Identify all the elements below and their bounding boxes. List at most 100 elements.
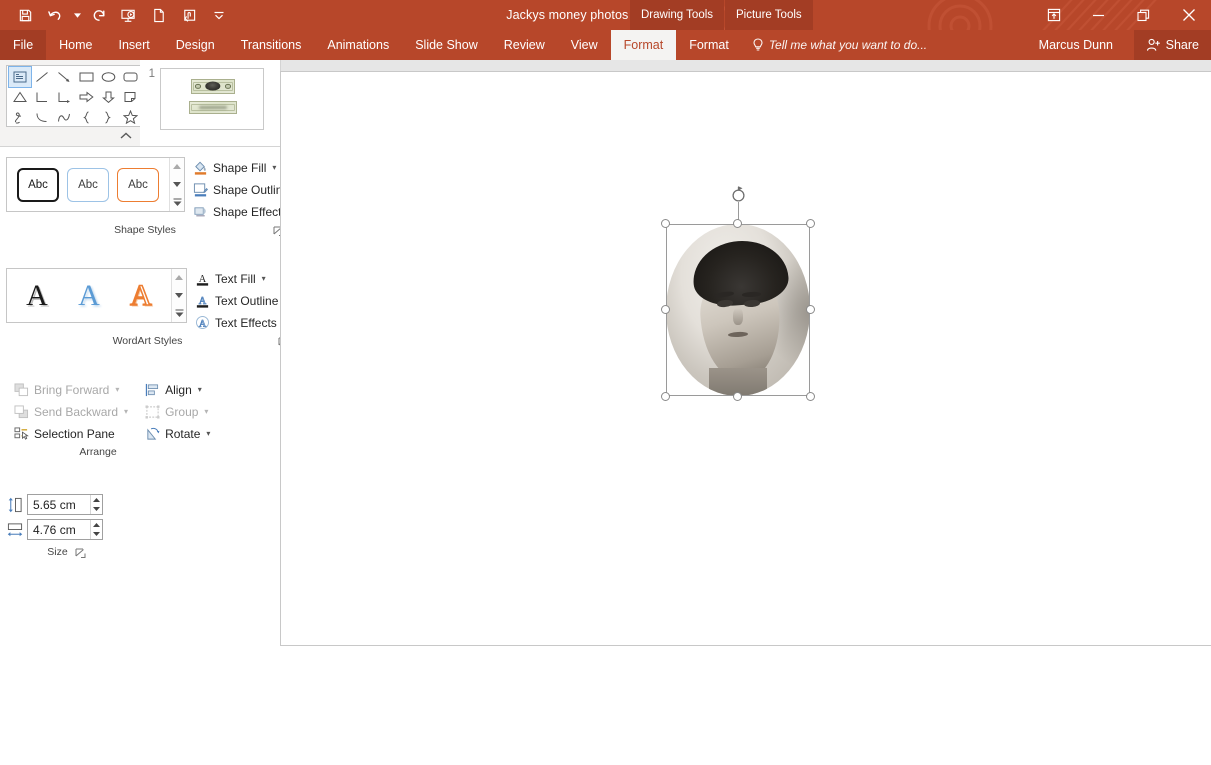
undo-dropdown-icon[interactable] [70, 2, 84, 28]
collapse-ribbon-button[interactable] [117, 128, 135, 144]
restore-button[interactable] [1121, 0, 1166, 30]
wordart-styles-gallery[interactable]: A A A [6, 268, 187, 323]
shape-curve[interactable] [31, 107, 53, 127]
thumbnail-preview[interactable] [160, 68, 264, 130]
tab-home[interactable]: Home [46, 30, 105, 60]
start-presentation-button[interactable] [114, 2, 144, 28]
slide-canvas[interactable] [281, 72, 1211, 645]
ribbon-tab-bar: File Home Insert Design Transitions Anim… [0, 30, 1211, 60]
text-effects-button[interactable]: A Text Effects ▾ [191, 312, 293, 333]
ribbon-group-shape-styles: Abc Abc Abc Shape Fill ▾ Shape Outline S… [0, 152, 299, 238]
wordart-preset-1[interactable]: A [17, 277, 57, 315]
gallery-more-icon[interactable] [172, 304, 186, 322]
gallery-scroll-up-icon[interactable] [172, 269, 186, 287]
tab-drawing-format[interactable]: Format [610, 30, 677, 60]
shape-folded-corner[interactable] [119, 87, 141, 107]
resize-handle-sw[interactable] [661, 392, 670, 401]
shape-right-arrow[interactable] [75, 87, 97, 107]
slide-thumbnail-pane[interactable]: 1 2 3 [140, 60, 281, 146]
shape-rounded-rectangle[interactable] [119, 67, 141, 87]
new-file-button[interactable] [144, 2, 174, 28]
shape-scribble[interactable] [9, 107, 31, 127]
rotate-button[interactable]: Rotate ▾ [141, 423, 215, 444]
gallery-scroll-down-icon[interactable] [172, 287, 186, 305]
shape-style-preset-2[interactable]: Abc [67, 167, 109, 202]
shape-style-preset-3[interactable]: Abc [117, 167, 159, 202]
resize-handle-ne[interactable] [806, 219, 815, 228]
resize-handle-w[interactable] [661, 305, 670, 314]
shape-style-preset-1[interactable]: Abc [17, 167, 59, 202]
align-button[interactable]: Align ▾ [141, 379, 215, 400]
shape-elbow-arrow-connector[interactable] [53, 87, 75, 107]
wordart-preset-2[interactable]: A [69, 277, 109, 315]
wordart-styles-scrollbar[interactable] [171, 269, 186, 322]
shape-styles-gallery[interactable]: Abc Abc Abc [6, 157, 185, 212]
shape-down-arrow[interactable] [97, 87, 119, 107]
shape-textbox[interactable] [8, 66, 32, 88]
account-name[interactable]: Marcus Dunn [1031, 30, 1121, 60]
tab-file[interactable]: File [0, 30, 47, 60]
shape-width-decrease-icon[interactable] [91, 530, 102, 540]
selected-picture-object[interactable] [661, 185, 815, 401]
shape-width-increase-icon[interactable] [91, 520, 102, 530]
tab-insert[interactable]: Insert [106, 30, 163, 60]
size-dialog-launcher[interactable] [75, 546, 87, 558]
shape-styles-scrollbar[interactable] [169, 158, 184, 211]
resize-handle-n[interactable] [733, 219, 742, 228]
shape-width-stepper[interactable] [27, 519, 103, 540]
minimize-button[interactable] [1076, 0, 1121, 30]
shape-width-spin-buttons [89, 520, 102, 540]
shape-arc[interactable] [53, 107, 75, 127]
customize-qat-button[interactable] [204, 2, 234, 28]
save-button[interactable] [10, 2, 40, 28]
touch-mode-button[interactable] [174, 2, 204, 28]
tab-slide-show[interactable]: Slide Show [402, 30, 491, 60]
shape-height-decrease-icon[interactable] [91, 505, 102, 515]
text-fill-button[interactable]: A Text Fill ▾ [191, 268, 293, 289]
close-button[interactable] [1166, 0, 1211, 30]
text-outline-label: Text Outline [215, 293, 279, 308]
undo-button[interactable] [40, 2, 70, 28]
shape-star[interactable] [119, 107, 141, 127]
rotate-handle[interactable] [728, 184, 748, 204]
resize-handle-se[interactable] [806, 392, 815, 401]
ribbon-display-options-button[interactable] [1031, 0, 1076, 30]
resize-handle-e[interactable] [806, 305, 815, 314]
selection-pane-button[interactable]: Selection Pane [10, 423, 133, 444]
tab-review[interactable]: Review [491, 30, 558, 60]
shape-left-brace[interactable] [75, 107, 97, 127]
gallery-scroll-up-icon[interactable] [170, 158, 184, 176]
resize-handle-s[interactable] [733, 392, 742, 401]
tab-animations[interactable]: Animations [314, 30, 402, 60]
shape-width-input[interactable] [28, 520, 90, 539]
tab-view[interactable]: View [558, 30, 611, 60]
tab-picture-format[interactable]: Format [676, 30, 742, 60]
shape-rectangle[interactable] [75, 67, 97, 87]
tell-me-search[interactable]: Tell me what you want to do... [742, 30, 937, 60]
ribbon-group-size: Size [0, 485, 115, 560]
shape-width-row [6, 519, 103, 540]
thumbnail-slide-1[interactable]: 1 [140, 68, 280, 146]
shape-height-stepper[interactable] [27, 494, 103, 515]
resize-handle-nw[interactable] [661, 219, 670, 228]
shape-oval[interactable] [97, 67, 119, 87]
shape-triangle[interactable] [9, 87, 31, 107]
redo-button[interactable] [84, 2, 114, 28]
tab-design[interactable]: Design [163, 30, 228, 60]
slide-editing-area[interactable] [281, 60, 1211, 645]
share-button[interactable]: Share [1133, 30, 1211, 60]
shape-height-increase-icon[interactable] [91, 495, 102, 505]
shape-line[interactable] [31, 67, 53, 87]
shape-right-brace[interactable] [97, 107, 119, 127]
shape-arrow[interactable] [53, 67, 75, 87]
svg-text:A: A [198, 318, 206, 329]
wordart-preset-3[interactable]: A [121, 277, 161, 315]
text-outline-button[interactable]: A Text Outline ▾ [191, 290, 293, 311]
gallery-more-icon[interactable] [170, 193, 184, 211]
tab-transitions[interactable]: Transitions [228, 30, 315, 60]
gallery-scroll-down-icon[interactable] [170, 176, 184, 194]
lightbulb-icon [753, 38, 763, 51]
chevron-down-icon: ▾ [206, 429, 211, 438]
shape-height-input[interactable] [28, 495, 90, 514]
shape-elbow-connector[interactable] [31, 87, 53, 107]
